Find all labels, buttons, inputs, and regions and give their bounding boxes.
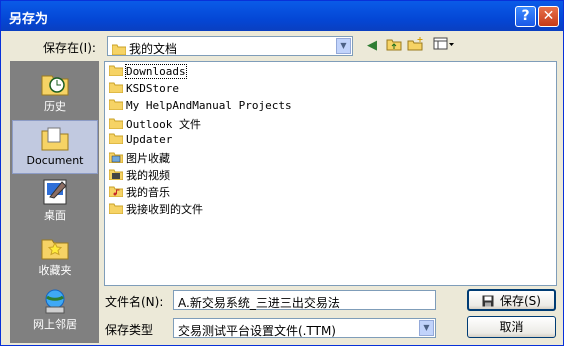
place-label: 桌面: [44, 209, 66, 222]
save-button[interactable]: 保存(S): [467, 289, 556, 311]
network-icon: [45, 289, 65, 314]
back-button[interactable]: ◀: [362, 37, 382, 55]
cancel-button[interactable]: 取消: [467, 316, 556, 338]
file-name: Downloads: [125, 64, 187, 79]
list-item[interactable]: Outlook 文件: [109, 116, 201, 132]
file-name: 图片收藏: [126, 152, 170, 165]
list-item[interactable]: 我的视频: [109, 167, 170, 183]
folder-icon: [109, 65, 123, 76]
file-name: My HelpAndManual Projects: [126, 99, 292, 112]
cancel-button-label: 取消: [499, 320, 524, 334]
file-name: 我的音乐: [126, 186, 170, 199]
file-list[interactable]: Downloads KSDStore My HelpAndManual Proj…: [104, 61, 557, 286]
up-folder-icon: [386, 39, 402, 51]
favorites-icon: [41, 239, 69, 260]
documents-icon: [41, 127, 69, 151]
place-label: Document: [26, 154, 84, 167]
filename-label: 文件名(N):: [105, 295, 164, 309]
place-label: 收藏夹: [38, 264, 72, 277]
chevron-down-icon[interactable]: ▼: [336, 38, 351, 54]
list-item[interactable]: KSDStore: [109, 82, 179, 98]
title-bar[interactable]: 另存为 ? ✕: [1, 1, 563, 31]
folder-icon: [109, 203, 123, 214]
save-in-value: 我的文档: [129, 42, 178, 56]
folder-icon: [111, 44, 127, 56]
place-network[interactable]: 网上邻居: [12, 284, 98, 338]
back-arrow-icon: ◀: [367, 38, 377, 53]
save-as-dialog: 另存为 ? ✕ 保存在(I): 我的文档 ▼ ◀ 历史 Document 桌面: [0, 0, 564, 346]
video-folder-icon: [109, 169, 123, 180]
file-name: KSDStore: [126, 82, 179, 95]
list-item[interactable]: 我接收到的文件: [109, 201, 203, 217]
folder-icon: [109, 82, 123, 93]
save-in-dropdown[interactable]: 我的文档 ▼: [107, 36, 353, 56]
close-button[interactable]: ✕: [538, 6, 559, 27]
filetype-value: 交易测试平台设置文件(.TTM): [178, 324, 336, 338]
list-item[interactable]: 图片收藏: [109, 150, 170, 166]
list-item[interactable]: 我的音乐: [109, 184, 170, 200]
chevron-down-icon[interactable]: ▼: [419, 320, 434, 336]
place-label: 网上邻居: [33, 318, 77, 331]
file-name: 我接收到的文件: [126, 203, 203, 216]
place-history[interactable]: 历史: [12, 66, 98, 120]
place-label: 历史: [44, 100, 66, 113]
filename-value: A.新交易系统_三进三出交易法: [178, 296, 340, 310]
save-in-label: 保存在(I):: [43, 41, 96, 55]
new-folder-button[interactable]: [406, 37, 426, 55]
history-icon: [41, 75, 69, 96]
floppy-disk-icon: [482, 295, 494, 307]
folder-icon: [109, 99, 123, 110]
list-item[interactable]: My HelpAndManual Projects: [109, 99, 292, 115]
close-icon: ✕: [542, 8, 555, 24]
filename-input[interactable]: A.新交易系统_三进三出交易法: [173, 290, 436, 310]
music-folder-icon: [109, 186, 123, 197]
new-folder-icon: [407, 37, 423, 51]
filetype-label: 保存类型: [105, 323, 154, 337]
file-name: Outlook 文件: [126, 118, 201, 131]
file-name: 我的视频: [126, 169, 170, 182]
window-title: 另存为: [9, 12, 49, 27]
desktop-icon: [43, 179, 67, 205]
up-folder-button[interactable]: [384, 37, 404, 55]
list-item[interactable]: Updater: [109, 133, 172, 149]
view-menu-button[interactable]: [431, 37, 457, 55]
place-desktop[interactable]: 桌面: [12, 175, 98, 229]
pictures-folder-icon: [109, 152, 123, 163]
file-name: Updater: [126, 133, 173, 146]
place-favorites[interactable]: 收藏夹: [12, 230, 98, 284]
save-button-label: 保存(S): [500, 294, 541, 308]
folder-icon: [109, 118, 123, 129]
list-item[interactable]: Downloads: [109, 64, 187, 81]
places-bar: 历史 Document 桌面 收藏夹 网上邻居: [10, 61, 99, 343]
help-button[interactable]: ?: [515, 6, 536, 27]
folder-icon: [109, 133, 123, 144]
place-documents[interactable]: Document: [12, 120, 98, 174]
view-menu-icon: [433, 37, 454, 50]
filetype-dropdown[interactable]: 交易测试平台设置文件(.TTM) ▼: [173, 318, 436, 338]
question-icon: ?: [521, 8, 530, 24]
